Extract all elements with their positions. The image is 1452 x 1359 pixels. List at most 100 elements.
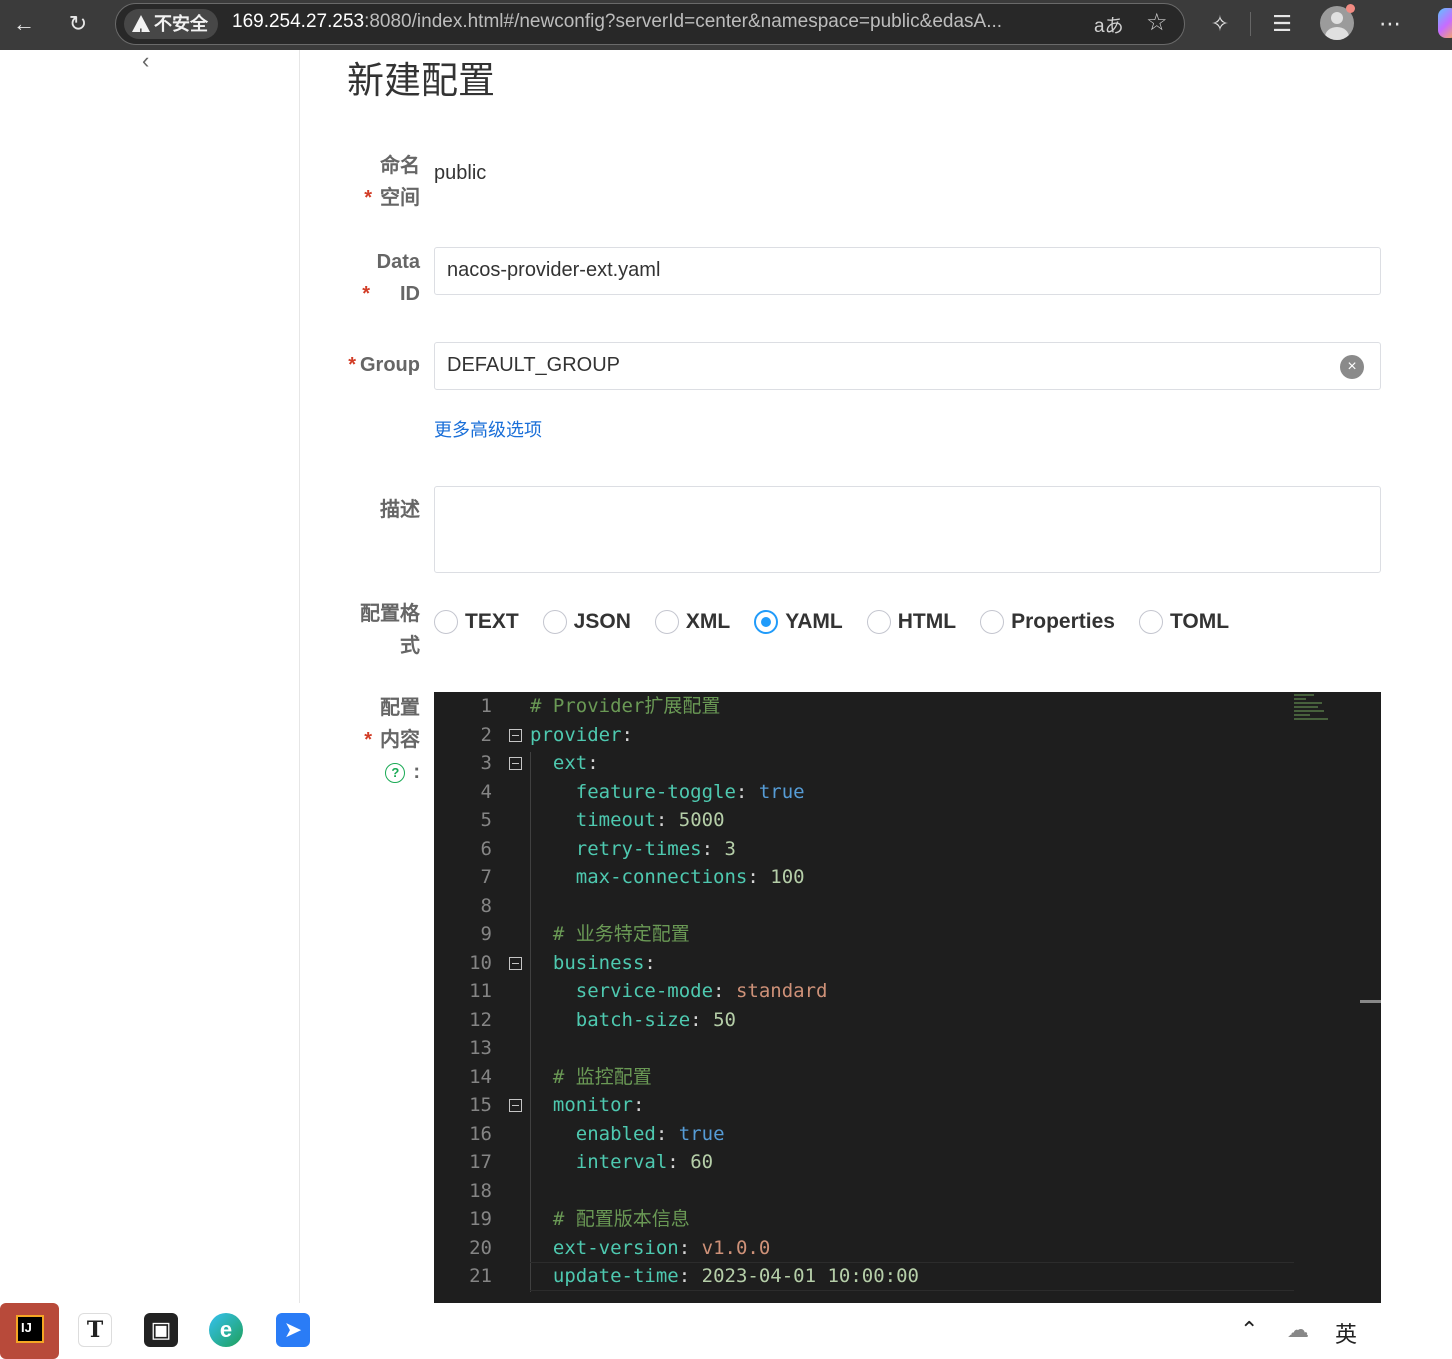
radio-circle-icon[interactable] xyxy=(1138,610,1163,634)
profile-notification-dot xyxy=(1346,4,1355,13)
help-icon[interactable]: ? xyxy=(385,762,406,783)
security-indicator[interactable]: 不安全 xyxy=(124,9,218,48)
radio-circle-icon[interactable] xyxy=(980,610,1005,634)
line-number: 20 xyxy=(469,1236,492,1259)
favorite-star-icon[interactable]: ☆ xyxy=(1146,8,1168,37)
code-line[interactable]: 12 batch-size: 50 xyxy=(434,1006,1381,1035)
feishu-app-icon[interactable]: ➤ xyxy=(276,1313,310,1347)
code-line[interactable]: 16 enabled: true xyxy=(434,1120,1381,1149)
code-line[interactable]: 10 business: xyxy=(434,949,1381,978)
radio-label: TOML xyxy=(1169,610,1230,633)
code-text: provider: xyxy=(530,723,633,746)
fold-toggle-icon[interactable] xyxy=(509,757,522,770)
ime-indicator[interactable]: 英 xyxy=(1335,1317,1357,1349)
code-text: interval: 60 xyxy=(575,1151,714,1173)
code-text: service-mode: standard xyxy=(575,980,828,1002)
data-id-label: * Data ID xyxy=(300,246,420,310)
code-line[interactable]: 15 monitor: xyxy=(434,1091,1381,1120)
radio-label: XML xyxy=(685,610,731,633)
extensions-icon[interactable]: ✧ xyxy=(1200,4,1240,44)
url-path: :8080/index.html#/newconfig?serverId=cen… xyxy=(364,11,1003,32)
code-line[interactable]: 20 ext-version: v1.0.0 xyxy=(434,1234,1381,1263)
format-radio-text[interactable]: TEXT xyxy=(434,610,519,634)
code-line[interactable]: 1 # Provider扩展配置 xyxy=(434,692,1381,721)
line-number: 5 xyxy=(480,809,492,831)
fold-toggle-icon[interactable] xyxy=(509,1099,522,1112)
content-label: * 配置内容 ?: xyxy=(300,692,420,788)
data-id-input[interactable]: nacos-provider-ext.yaml xyxy=(434,247,1381,295)
code-line[interactable]: 9 # 业务特定配置 xyxy=(434,920,1381,949)
back-arrow-icon[interactable]: ← xyxy=(4,4,44,44)
url-host: 169.254.27.253 xyxy=(232,11,365,32)
content-label-colon: : xyxy=(413,761,420,783)
favorites-icon[interactable]: ☰ xyxy=(1262,4,1302,44)
format-radio-html[interactable]: HTML xyxy=(866,610,956,634)
radio-circle-icon[interactable] xyxy=(542,610,567,634)
clear-icon[interactable]: × xyxy=(1340,355,1364,379)
group-label-text: Group xyxy=(360,354,420,376)
page-title: 新建配置 xyxy=(347,60,495,101)
code-line[interactable]: 17 interval: 60 xyxy=(434,1148,1381,1177)
format-radio-xml[interactable]: XML xyxy=(654,610,731,634)
line-number: 1 xyxy=(480,695,492,717)
more-menu-icon[interactable]: ⋯ xyxy=(1370,4,1410,44)
code-text: monitor: xyxy=(552,1094,645,1116)
format-radio-toml[interactable]: TOML xyxy=(1138,610,1230,634)
code-line[interactable]: 6 retry-times: 3 xyxy=(434,835,1381,864)
namespace-label-text: 命名空间 xyxy=(380,155,420,209)
intellij-app-icon[interactable]: IJ xyxy=(0,1303,59,1359)
description-textarea[interactable] xyxy=(434,486,1381,573)
cube-app-icon[interactable]: ▣ xyxy=(144,1313,178,1347)
namespace-value: public xyxy=(434,162,487,184)
advanced-options-link[interactable]: 更多高级选项 xyxy=(434,416,542,442)
code-line[interactable]: 18 xyxy=(434,1177,1381,1206)
code-text: timeout: 5000 xyxy=(575,809,725,831)
format-radio-json[interactable]: JSON xyxy=(542,610,631,634)
content-label-text: 配置内容 xyxy=(380,697,420,751)
typora-app-icon[interactable]: T xyxy=(78,1313,112,1347)
url-text[interactable]: 169.254.27.253:8080/index.html#/newconfi… xyxy=(232,11,1077,33)
line-number: 9 xyxy=(480,923,492,945)
group-input[interactable]: DEFAULT_GROUP × xyxy=(434,342,1381,390)
fold-toggle-icon[interactable] xyxy=(509,956,522,970)
cloud-icon[interactable]: ☁ xyxy=(1287,1317,1309,1343)
radio-label: JSON xyxy=(573,610,631,633)
code-text: ext: xyxy=(552,752,599,774)
code-text: business: xyxy=(552,951,656,974)
edge-browser-icon[interactable]: e xyxy=(209,1313,243,1347)
code-line[interactable]: 8 xyxy=(434,892,1381,921)
radio-circle-icon[interactable] xyxy=(754,610,779,634)
chevron-up-icon[interactable]: ⌃ xyxy=(1240,1317,1258,1343)
format-radio-yaml[interactable]: YAML xyxy=(754,610,843,634)
code-line[interactable]: 7 max-connections: 100 xyxy=(434,863,1381,892)
line-number: 14 xyxy=(469,1065,492,1088)
address-bar[interactable]: 不安全 169.254.27.253:8080/index.html#/newc… xyxy=(115,3,1185,48)
read-aloud-icon[interactable]: aあ xyxy=(1094,11,1124,38)
code-editor[interactable]: 1 # Provider扩展配置 2 provider: 3 ext: 4 feature… xyxy=(434,692,1381,1359)
copilot-icon[interactable] xyxy=(1438,8,1452,38)
refresh-icon[interactable]: ↻ xyxy=(58,4,98,44)
code-text: # Provider扩展配置 xyxy=(530,695,721,717)
code-line[interactable]: 5 timeout: 5000 xyxy=(434,806,1381,835)
format-radio-properties[interactable]: Properties xyxy=(980,610,1115,634)
radio-circle-icon[interactable] xyxy=(866,610,891,634)
code-text: max-connections: 100 xyxy=(575,866,805,888)
code-line[interactable]: 21 update-time: 2023-04-01 10:00:00 xyxy=(434,1262,1381,1291)
code-line[interactable]: 13 xyxy=(434,1034,1381,1063)
code-line[interactable]: 19 # 配置版本信息 xyxy=(434,1205,1381,1234)
chevron-left-icon[interactable]: ‹ xyxy=(142,48,149,74)
code-line[interactable]: 2 provider: xyxy=(434,721,1381,750)
required-mark: * xyxy=(348,354,356,376)
radio-circle-icon[interactable] xyxy=(654,610,679,634)
format-radio-group: TEXT JSON XML YAML HTML Properties TOML xyxy=(434,606,1253,638)
code-text: # 业务特定配置 xyxy=(552,923,690,945)
page-content: ‹ 新建配置 * 命名空间 public * Data ID nacos-provi… xyxy=(0,48,1452,1359)
required-mark: * xyxy=(364,729,372,751)
radio-circle-icon[interactable] xyxy=(434,610,458,634)
code-line[interactable]: 4 feature-toggle: true xyxy=(434,778,1381,807)
code-line[interactable]: 3 ext: xyxy=(434,749,1381,778)
code-line[interactable]: 11 service-mode: standard xyxy=(434,977,1381,1006)
fold-toggle-icon[interactable] xyxy=(509,728,522,742)
code-line[interactable]: 14 # 监控配置 xyxy=(434,1063,1381,1092)
format-label: 配置格式 xyxy=(300,598,420,662)
